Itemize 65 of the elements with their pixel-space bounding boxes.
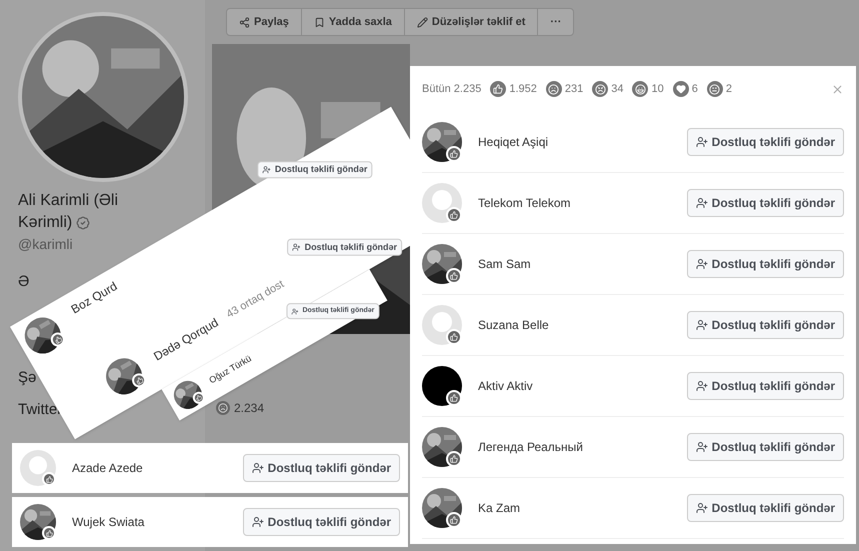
toolbar-button[interactable]: Paylaş [227, 9, 302, 35]
add-friend-button[interactable]: Dostluq təklifi göndər [686, 494, 844, 522]
add-person-icon [696, 197, 708, 209]
avatar [422, 366, 462, 406]
person-name[interactable]: Sam Sam [478, 255, 531, 273]
reaction-tab[interactable]: Bütün 2.235 [422, 80, 482, 98]
sad-face-icon [546, 81, 562, 97]
person-name[interactable]: Wujek Swiata [72, 513, 144, 531]
reaction-tab[interactable]: 6 [672, 80, 698, 98]
reaction-tab[interactable]: 10 [632, 80, 664, 98]
reaction-count: 2.234 [234, 400, 264, 417]
add-friend-button[interactable]: Dostluq təklifi göndər [287, 238, 402, 256]
person-name[interactable]: Azade Azede [72, 459, 143, 477]
toolbar-button[interactable]: Yadda saxla [302, 9, 405, 35]
add-person-icon [262, 165, 271, 174]
add-friend-button[interactable]: Dostluq təklifi göndər [686, 372, 844, 400]
add-person-icon [252, 516, 264, 528]
add-person-icon [291, 308, 298, 315]
person-name[interactable]: Oğuz Türkü [206, 352, 254, 386]
mutual-friends: 43 ortaq dost [224, 277, 287, 322]
add-person-icon [696, 258, 708, 270]
add-friend-button[interactable]: Dostluq təklifi göndər [686, 128, 844, 156]
add-person-icon [252, 462, 264, 474]
bookmark-icon [314, 16, 325, 28]
angry-face-icon [592, 81, 608, 97]
add-person-icon [292, 242, 301, 252]
add-friend-button[interactable]: Dostluq təklifi göndər [242, 508, 400, 536]
like-badge-icon [446, 390, 462, 406]
person-name[interactable]: Aktiv Aktiv [478, 377, 533, 395]
like-badge-icon [42, 526, 56, 540]
add-person-icon [696, 319, 708, 331]
share-icon [239, 16, 250, 28]
profile-handle: @karimli [18, 236, 73, 252]
profile-name: Ali Karimli (Əli Kərimli) [18, 191, 120, 233]
add-person-icon [696, 502, 708, 514]
sidebar-item[interactable]: Şə [18, 370, 36, 386]
reaction-tab[interactable]: 2 [706, 80, 732, 98]
add-friend-button[interactable]: Dostluq təklifi göndər [686, 189, 844, 217]
like-badge-icon [42, 472, 56, 486]
sad-face-icon [216, 401, 230, 415]
pencil-icon [416, 16, 428, 28]
add-friend-button[interactable]: Dostluq təklifi göndər [257, 161, 372, 178]
person-name[interactable]: Легенда Реальный [478, 438, 584, 456]
add-friend-button[interactable]: Dostluq təklifi göndər [686, 250, 844, 278]
add-friend-button[interactable]: Dostluq təklifi göndər [686, 433, 844, 461]
add-friend-button[interactable]: Dostluq təklifi göndər [686, 311, 844, 339]
person-name[interactable]: Heqiqet Aşiqi [478, 133, 548, 151]
add-person-icon [696, 441, 708, 453]
close-icon [831, 82, 844, 96]
like-badge-icon [446, 512, 462, 528]
more-button[interactable]: ··· [538, 9, 574, 35]
sidebar-item[interactable]: Ə [18, 274, 30, 290]
add-friend-button[interactable]: Dostluq təklifi göndər [242, 454, 400, 482]
laughing-face-icon [632, 81, 648, 97]
reaction-tab[interactable]: 34 [592, 80, 624, 98]
person-name[interactable]: Telekom Telekom [478, 194, 570, 212]
add-person-icon [696, 380, 708, 392]
like-icon [490, 81, 506, 97]
reaction-tab[interactable]: 1.952 [490, 80, 537, 98]
person-name[interactable]: Boz Qurd [68, 279, 120, 316]
reaction-tab[interactable]: 231 [546, 80, 584, 98]
toolbar-button[interactable]: Düzəlişlər təklif et [404, 9, 538, 35]
add-person-icon [696, 136, 708, 148]
person-name[interactable]: Suzana Belle [478, 316, 549, 334]
person-name[interactable]: Ka Zam [478, 499, 520, 517]
